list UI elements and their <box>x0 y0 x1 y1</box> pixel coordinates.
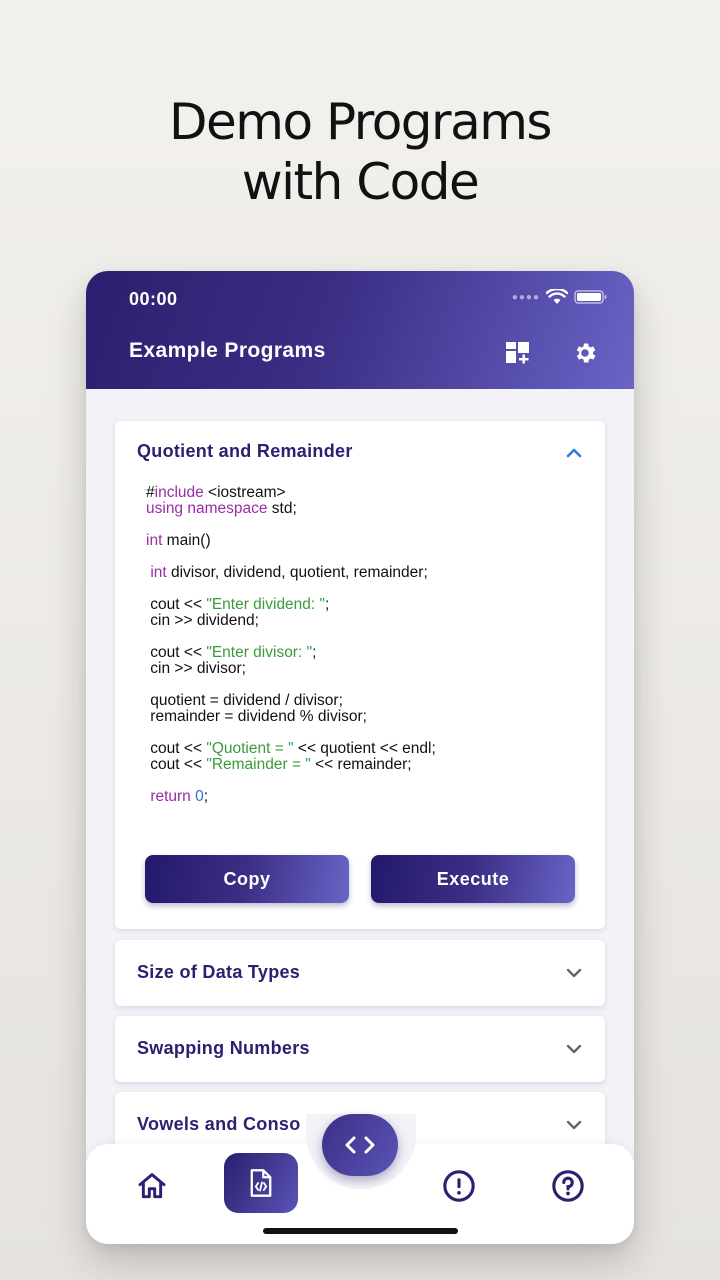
code-token: "Remainder = " <box>206 756 311 773</box>
chevron-down-icon <box>566 1044 582 1054</box>
code-token: quotient = dividend / divisor; <box>146 692 343 709</box>
code-line: remainder = dividend % divisor; <box>146 709 586 725</box>
code-line: cout << "Enter dividend: "; <box>146 597 586 613</box>
code-token: "Enter dividend: " <box>206 596 326 613</box>
code-token: include <box>154 484 204 501</box>
code-token: remainder = dividend % divisor; <box>146 708 367 725</box>
code-token: ; <box>203 788 209 805</box>
code-line: return 0; <box>146 789 586 805</box>
home-indicator[interactable] <box>263 1228 458 1234</box>
nav-info[interactable] <box>441 1168 477 1204</box>
dashboard-add-icon <box>506 342 529 364</box>
code-token: cin >> dividend; <box>146 612 259 629</box>
chevron-down-icon <box>566 1120 582 1130</box>
code-token: int <box>146 532 163 549</box>
code-line: #include <iostream> <box>146 485 586 501</box>
code-token: std; <box>267 500 297 517</box>
app-bar-title: Example Programs <box>129 339 326 362</box>
code-token: main() <box>162 532 211 549</box>
program-title[interactable]: Quotient and Remainder <box>137 441 353 462</box>
settings-button[interactable] <box>571 339 599 367</box>
battery-icon <box>574 290 607 304</box>
nav-help[interactable] <box>550 1168 586 1204</box>
status-icons: ●●●● <box>512 289 608 305</box>
program-card-expanded: Quotient and Remainder #include <iostrea… <box>115 421 605 929</box>
execute-button[interactable]: Execute <box>371 855 575 903</box>
code-token: "Quotient = " <box>206 740 294 757</box>
code-token: << quotient << endl; <box>293 740 436 757</box>
code-line: quotient = dividend / divisor; <box>146 693 586 709</box>
program-title: Swapping Numbers <box>137 1038 310 1058</box>
nav-home[interactable] <box>134 1168 170 1204</box>
code-token: int <box>150 564 167 581</box>
code-token: using namespace <box>146 500 268 517</box>
code-line: cin >> divisor; <box>146 661 586 677</box>
code-line: cout << "Remainder = " << remainder; <box>146 757 586 773</box>
signal-icon: ●●●● <box>511 291 540 303</box>
code-token: cout << <box>146 596 207 613</box>
app-bar: 00:00 ●●●● Example Programs <box>86 271 634 389</box>
code-line: using namespace std; <box>146 501 586 517</box>
add-widget-button[interactable] <box>504 339 532 367</box>
chevron-down-icon <box>566 968 582 978</box>
code-token: cout << <box>146 644 207 661</box>
code-token: cin >> divisor; <box>146 660 246 677</box>
code-line: cout << "Enter divisor: "; <box>146 645 586 661</box>
code-fab-button[interactable] <box>322 1114 398 1176</box>
headline-line-2: with Code <box>241 153 480 211</box>
code-line: int divisor, dividend, quotient, remaind… <box>146 565 586 581</box>
gear-icon <box>576 343 596 363</box>
help-icon <box>552 1170 584 1202</box>
code-token: ; <box>325 596 330 613</box>
program-card[interactable]: Swapping Numbers <box>115 1016 605 1082</box>
code-file-icon <box>250 1169 272 1197</box>
program-title: Vowels and Conso <box>137 1114 301 1134</box>
headline: Demo Programs with Code <box>0 92 720 212</box>
chevron-up-icon[interactable] <box>563 442 585 464</box>
code-block: #include <iostream> using namespace std; … <box>146 485 586 805</box>
code-token: <iostream> <box>203 484 286 501</box>
code-brackets-icon <box>345 1136 375 1154</box>
code-line: cout << "Quotient = " << quotient << end… <box>146 741 586 757</box>
code-token: cout << <box>146 756 207 773</box>
headline-line-1: Demo Programs <box>169 93 552 151</box>
code-token: "Enter divisor: " <box>206 644 313 661</box>
info-icon <box>443 1170 475 1202</box>
wifi-icon <box>546 289 568 304</box>
nav-programs[interactable] <box>224 1153 298 1213</box>
code-token: ; <box>312 644 317 661</box>
code-token: cout << <box>146 740 207 757</box>
home-icon <box>138 1173 166 1199</box>
code-token: 0 <box>195 788 204 805</box>
phone-frame: 00:00 ●●●● Example Programs Quotient and… <box>86 271 634 1244</box>
code-token: # <box>146 484 155 501</box>
code-token: return <box>150 788 191 805</box>
code-line: cin >> dividend; <box>146 613 586 629</box>
program-card[interactable]: Size of Data Types <box>115 940 605 1006</box>
status-time: 00:00 <box>129 289 178 309</box>
code-token: divisor, dividend, quotient, remainder; <box>166 564 428 581</box>
program-title: Size of Data Types <box>137 962 301 982</box>
copy-button[interactable]: Copy <box>145 855 349 903</box>
code-token: << remainder; <box>310 756 412 773</box>
code-line: int main() <box>146 533 586 549</box>
